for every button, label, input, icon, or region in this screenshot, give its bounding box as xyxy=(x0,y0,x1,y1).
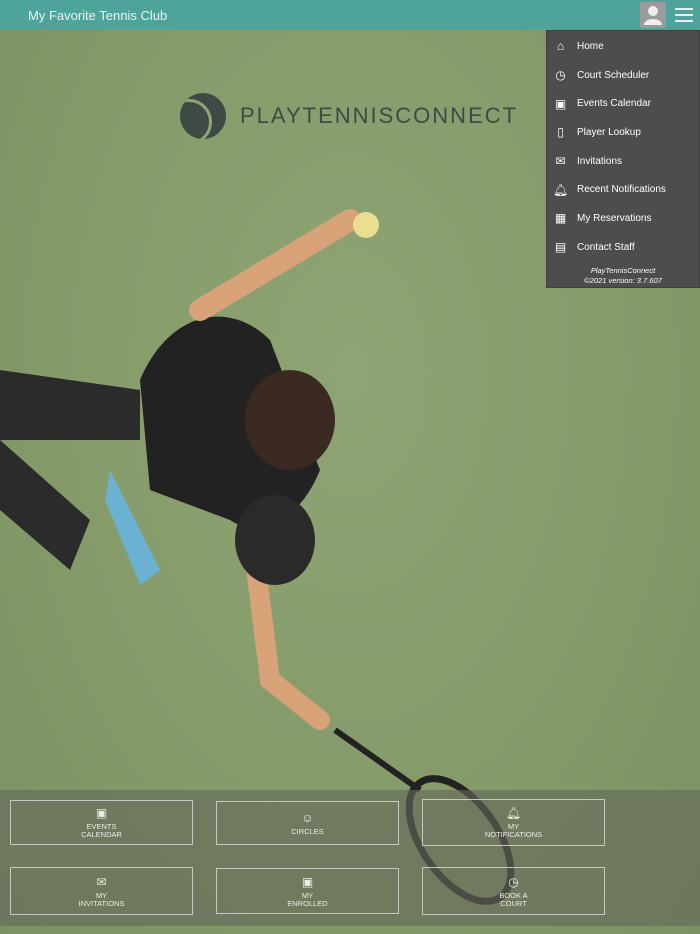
bell-icon: 🔔︎ xyxy=(552,182,569,197)
menu-item-recent-notifications[interactable]: 🔔︎ Recent Notifications xyxy=(547,175,699,204)
calendar-star-icon: ▣ xyxy=(301,874,314,889)
nav-menu: ⌂ Home ◷ Court Scheduler ▣ Events Calendar … xyxy=(546,30,700,288)
clock-icon: ◷ xyxy=(555,68,566,83)
envelope-open-icon: ✉ xyxy=(555,154,566,169)
events-calendar-tile[interactable]: ▣ EVENTS CALENDAR xyxy=(10,800,193,845)
menu-item-court-scheduler[interactable]: ◷ Court Scheduler xyxy=(547,61,699,90)
hamburger-menu-button[interactable] xyxy=(675,8,693,22)
playtennisconnect-logo: PLAYTENNISCONNECT xyxy=(180,93,518,139)
menu-item-events-calendar[interactable]: ▣ Events Calendar xyxy=(547,89,699,118)
bell-icon: 🔔︎ xyxy=(505,806,522,820)
menu-item-player-lookup[interactable]: ▯ Player Lookup xyxy=(547,118,699,147)
menu-footer: PlayTennisConnect ©2021 version: 3.7.607 xyxy=(584,265,662,285)
logo-text: PLAYTENNISCONNECT xyxy=(240,103,519,128)
contact-icon: ▤ xyxy=(554,240,567,255)
book-a-court-tile[interactable]: ◷ BOOK A COURT xyxy=(422,867,605,915)
circles-tile[interactable]: ☺ CIRCLES xyxy=(216,801,399,845)
tennis-ball-logo-icon xyxy=(180,93,226,139)
club-title: My Favorite Tennis Club xyxy=(28,7,168,23)
my-invitations-tile[interactable]: ✉ MY INVITATIONS xyxy=(10,867,193,915)
calendar-star-icon: ▣ xyxy=(95,806,108,820)
calendar-icon: ▦ xyxy=(554,211,567,226)
home-icon: ⌂ xyxy=(556,39,565,54)
user-icon xyxy=(644,6,662,25)
user-avatar-button[interactable] xyxy=(640,2,666,28)
quick-actions-panel: ▣ EVENTS CALENDAR ☺ CIRCLES 🔔︎ MY NOTIFICATIO… xyxy=(0,790,700,926)
menu-item-my-reservations[interactable]: ▦ My Reservations xyxy=(547,204,699,233)
top-bar: My Favorite Tennis Club xyxy=(0,0,700,30)
my-enrolled-tile[interactable]: ▣ MY ENROLLED xyxy=(216,868,399,914)
calendar-star-icon: ▣ xyxy=(554,96,567,111)
book-icon: ▯ xyxy=(557,125,564,140)
menu-item-contact-staff[interactable]: ▤ Contact Staff xyxy=(547,233,699,262)
my-notifications-tile[interactable]: 🔔︎ MY NOTIFICATIONS xyxy=(422,799,605,846)
menu-item-invitations[interactable]: ✉ Invitations xyxy=(547,147,699,176)
clock-icon: ◷ xyxy=(508,874,519,889)
circles-icon: ☺ xyxy=(301,810,314,825)
envelope-open-icon: ✉ xyxy=(96,874,107,889)
menu-item-home[interactable]: ⌂ Home xyxy=(547,32,699,61)
